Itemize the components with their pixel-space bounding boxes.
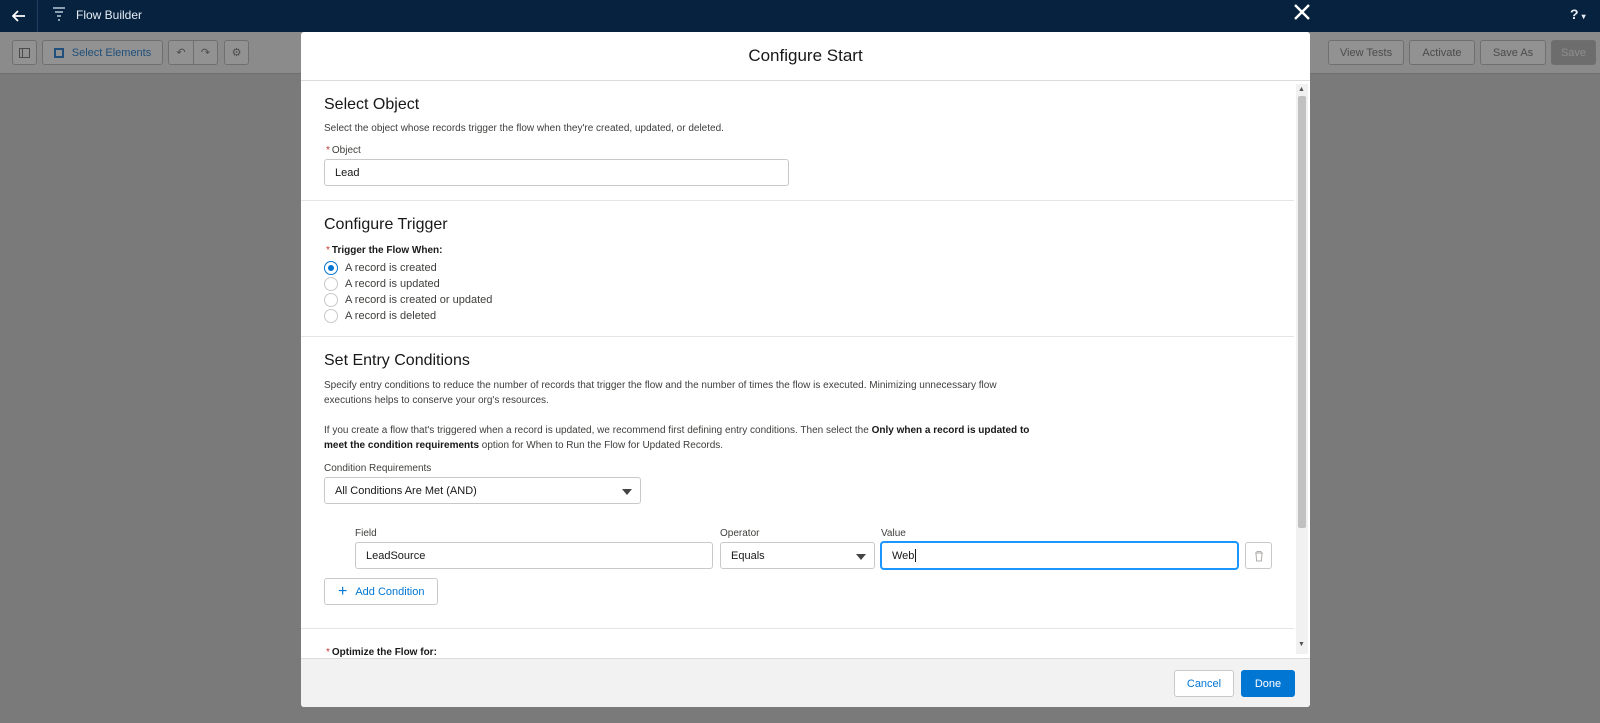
panel-icon (19, 47, 30, 58)
entry-conditions-section: Set Entry Conditions Specify entry condi… (301, 337, 1294, 629)
radio-record-updated[interactable]: A record is updated (324, 277, 440, 291)
select-elements-label: Select Elements (71, 46, 152, 59)
add-condition-label: Add Condition (355, 585, 425, 598)
toggle-panel-button[interactable] (12, 40, 37, 65)
description-line: If you create a flow that's triggered wh… (324, 423, 1029, 438)
description-line: executions helps to conserve your org's … (324, 395, 549, 406)
back-arrow-icon[interactable] (0, 0, 37, 32)
condition-requirements-label: Condition Requirements (324, 463, 432, 474)
chevron-down-icon (856, 554, 866, 560)
app-title: Flow Builder (76, 8, 143, 22)
description-bold: meet the condition requirements (324, 440, 480, 451)
settings-button[interactable]: ⚙ (224, 40, 249, 65)
required-mark: * (326, 245, 330, 256)
configure-trigger-section: Configure Trigger * Trigger the Flow When… (301, 201, 1294, 337)
configure-trigger-heading: Configure Trigger (324, 216, 448, 233)
view-tests-label: View Tests (1339, 46, 1393, 59)
activate-button[interactable]: Activate (1409, 40, 1475, 65)
redo-icon: ↷ (200, 47, 211, 59)
value-input[interactable]: Web (881, 542, 1238, 569)
redo-button[interactable]: ↷ (193, 40, 218, 65)
select-object-description: Select the object whose records trigger … (324, 123, 724, 134)
trigger-when-label-text: Trigger the Flow When: (331, 245, 443, 256)
object-input[interactable]: Lead (324, 159, 789, 186)
entry-conditions-description-2: If you create a flow that's triggered wh… (324, 423, 1029, 453)
undo-button[interactable]: ↶ (168, 40, 193, 65)
entry-conditions-heading: Set Entry Conditions (324, 352, 470, 369)
add-condition-button[interactable]: + Add Condition (324, 578, 439, 605)
condition-requirements-select[interactable]: All Conditions Are Met (AND) (324, 477, 641, 504)
gear-icon: ⚙ (231, 47, 242, 59)
trash-icon (1254, 550, 1263, 561)
chevron-down-icon (622, 489, 632, 495)
radio-button[interactable] (324, 277, 338, 291)
trigger-when-label: * Trigger the Flow When: (326, 245, 442, 256)
delete-condition-button[interactable] (1245, 542, 1272, 569)
radio-label: A record is created (345, 262, 437, 274)
plus-icon: + (338, 582, 348, 600)
radio-label: A record is updated (345, 278, 440, 290)
done-button[interactable]: Done (1241, 670, 1295, 697)
select-object-heading: Select Object (324, 96, 420, 113)
select-elements-button[interactable]: Select Elements (42, 40, 163, 65)
save-button[interactable]: Save (1551, 40, 1596, 65)
description-text: If you create a flow that's triggered wh… (324, 425, 872, 436)
object-label-text: Object (331, 145, 361, 156)
operator-label: Operator (720, 528, 760, 539)
close-modal-button[interactable] (1290, 0, 1314, 24)
operator-select[interactable]: Equals (720, 542, 875, 569)
radio-record-created[interactable]: A record is created (324, 261, 437, 275)
value-text: Web (892, 549, 915, 562)
help-icon: ? (1570, 6, 1579, 22)
scrollbar-thumb[interactable] (1298, 96, 1306, 528)
radio-button[interactable] (324, 261, 338, 275)
view-tests-button[interactable]: View Tests (1328, 40, 1404, 65)
condition-requirements-value: All Conditions Are Met (AND) (335, 484, 477, 497)
operator-value: Equals (731, 549, 765, 562)
cancel-button[interactable]: Cancel (1174, 670, 1234, 697)
text-cursor (915, 549, 917, 562)
description-text: option for When to Run the Flow for Upda… (479, 440, 724, 451)
field-label: Field (355, 528, 377, 539)
value-label: Value (881, 528, 906, 539)
chevron-down-icon: ▾ (1581, 12, 1586, 21)
radio-label: A record is created or updated (345, 294, 493, 306)
required-mark: * (326, 145, 330, 156)
scroll-down-icon[interactable]: ▼ (1298, 641, 1305, 648)
top-nav-bar: Flow Builder ? ▾ (0, 0, 1600, 32)
activate-label: Activate (1422, 46, 1462, 59)
description-line: meet the condition requirements option f… (324, 438, 1029, 453)
configure-start-modal: Configure Start Select Object Select the… (301, 32, 1310, 707)
radio-record-created-or-updated[interactable]: A record is created or updated (324, 293, 492, 307)
field-input[interactable]: LeadSource (355, 542, 713, 569)
object-field-label: * Object (326, 145, 361, 156)
radio-label: A record is deleted (345, 310, 437, 322)
description-bold: Only when a record is updated to (871, 425, 1030, 436)
select-object-section: Select Object Select the object whose re… (301, 81, 1294, 201)
modal-body: Select Object Select the object whose re… (301, 81, 1294, 657)
undo-icon: ↶ (176, 47, 186, 59)
radio-record-deleted[interactable]: A record is deleted (324, 309, 436, 323)
scroll-up-icon[interactable]: ▲ (1298, 86, 1305, 93)
select-icon (53, 47, 64, 58)
optimize-flow-label-text: Optimize the Flow for: (331, 647, 437, 657)
nav-divider (37, 0, 38, 32)
radio-button[interactable] (324, 309, 338, 323)
description-line: Specify entry conditions to reduce the n… (324, 380, 997, 391)
help-menu-button[interactable]: ? ▾ (1570, 6, 1586, 22)
save-as-button[interactable]: Save As (1480, 40, 1546, 65)
entry-conditions-description-1: Specify entry conditions to reduce the n… (324, 378, 997, 408)
close-icon (1294, 4, 1310, 20)
save-as-label: Save As (1492, 46, 1534, 59)
optimize-flow-label: * Optimize the Flow for: (326, 647, 437, 657)
modal-title: Configure Start (301, 32, 1310, 81)
save-label: Save (1560, 46, 1587, 59)
radio-button[interactable] (324, 293, 338, 307)
modal-scrollbar[interactable]: ▲ ▼ (1296, 84, 1308, 654)
flow-builder-icon (52, 6, 66, 22)
required-mark: * (326, 647, 330, 657)
modal-footer: Cancel Done (301, 658, 1310, 707)
